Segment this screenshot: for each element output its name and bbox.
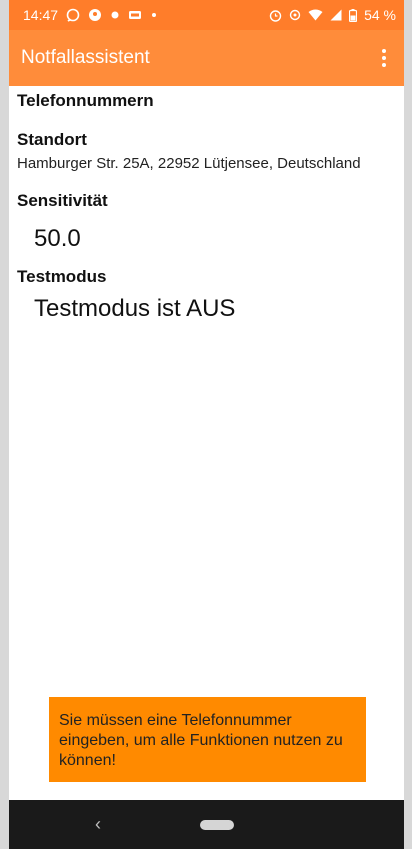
sensitivity-value[interactable]: 50.0 (34, 225, 396, 253)
alarm-icon (269, 9, 282, 22)
location-pin-app-icon (89, 9, 102, 21)
wifi-icon (308, 9, 323, 21)
test-mode-title: Testmodus (17, 267, 107, 286)
location-title: Standort (17, 130, 87, 149)
test-mode-value[interactable]: Testmodus ist AUS (34, 295, 396, 323)
app-title: Notfallassistent (21, 47, 150, 68)
nav-bar: ‹ (9, 800, 404, 849)
signal-icon (330, 9, 342, 21)
phone-numbers-title[interactable]: Telefonnummern (17, 86, 396, 114)
home-pill-icon[interactable] (200, 820, 234, 830)
app-bar: Notfallassistent (9, 30, 404, 86)
status-bar: 14:47 54 % (9, 0, 404, 30)
location-icon (289, 9, 301, 20)
sensitivity-title: Sensitivität (17, 191, 108, 210)
battery-percent: 54 % (364, 7, 396, 23)
status-time: 14:47 (23, 7, 59, 23)
more-vert-icon[interactable] (374, 43, 394, 73)
back-chevron-icon[interactable]: ‹ (95, 814, 101, 835)
whatsapp-icon (66, 8, 80, 22)
small-dot-icon (152, 13, 157, 17)
notification-icon (129, 11, 142, 19)
location-value: Hamburger Str. 25A, 22952 Lütjensee, Deu… (17, 155, 361, 172)
battery-icon (349, 8, 358, 22)
dot-icon (111, 11, 119, 19)
main-content: Telefonnummern Standort Hamburger Str. 2… (9, 86, 404, 323)
warning-toast: Sie müssen eine Telefonnummer eingeben, … (49, 697, 366, 782)
phone-screen: 14:47 54 % Notfallassistent Telefonnumme… (9, 0, 404, 849)
